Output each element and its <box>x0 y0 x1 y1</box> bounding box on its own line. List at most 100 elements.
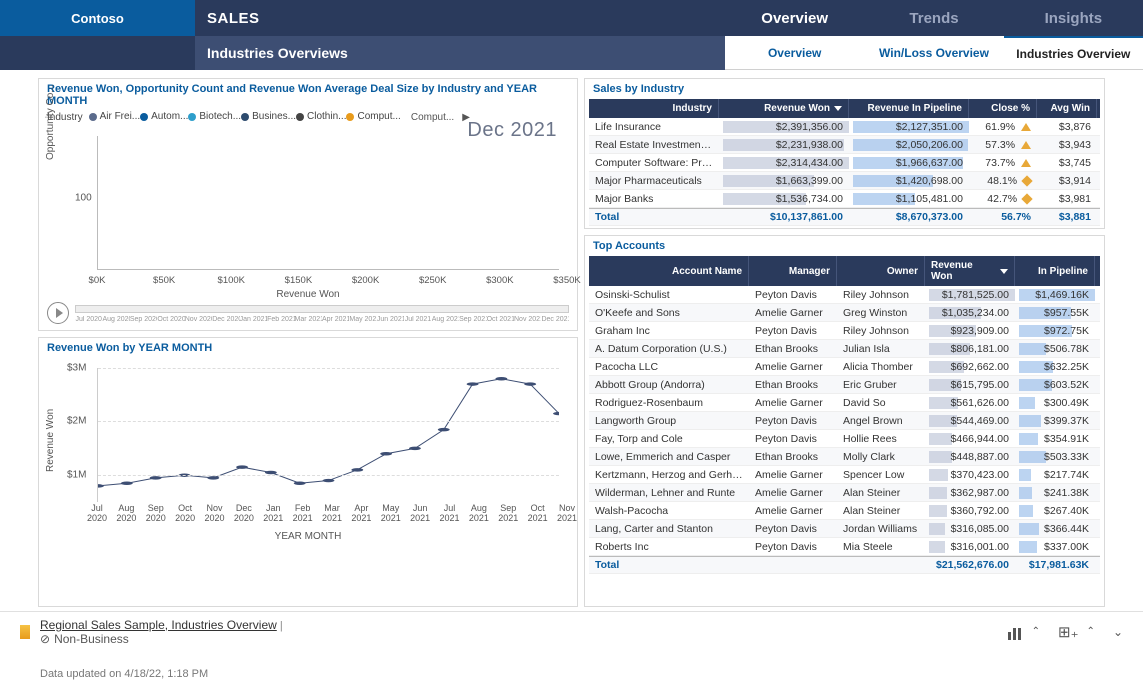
tab-insights[interactable]: Insights <box>1004 0 1143 36</box>
chevron-icon[interactable]: ⌃ <box>1087 626 1095 637</box>
chart-icon[interactable] <box>1008 624 1024 640</box>
expand-icon[interactable]: ⌄ <box>1113 625 1123 639</box>
line-xtick: Jun2021 <box>410 504 430 524</box>
scatter-chart[interactable]: Opportunity Co... 100 $0K$50K$100K$150K$… <box>47 130 569 300</box>
table-row[interactable]: Rodriguez-RosenbaumAmelie GarnerDavid So… <box>589 394 1100 412</box>
legend-item[interactable]: Autom... <box>140 111 188 122</box>
subtab-industries[interactable]: Industries Overview <box>1004 36 1143 69</box>
scatter-xtick: $0K <box>89 275 106 286</box>
sensitivity-label[interactable]: ⊘ Non-Business <box>40 632 283 646</box>
scatter-xtick: $150K <box>285 275 312 286</box>
table-row[interactable]: Wilderman, Lehner and RunteAmelie Garner… <box>589 484 1100 502</box>
timeline-tick: Apr 2021 <box>322 316 349 323</box>
timeline-tick: Feb 2021 <box>267 316 294 323</box>
table-row[interactable]: Walsh-PacochaAmelie GarnerAlan Steiner$3… <box>589 502 1100 520</box>
legend-item[interactable]: Busines... <box>241 111 296 122</box>
table-row[interactable]: Graham IncPeyton DavisRiley Johnson$923,… <box>589 322 1100 340</box>
line-ylabel: Revenue Won <box>45 408 56 471</box>
main-tabs: Overview Trends Insights <box>725 0 1143 36</box>
timeline-tick: Nov 2020 <box>185 316 212 323</box>
play-button[interactable] <box>47 302 69 324</box>
scatter-xtick: $200K <box>352 275 379 286</box>
timeline-row: Jul 2020Aug 2020Sep 2020Oct 2020Nov 2020… <box>47 302 569 324</box>
timeline-slider[interactable]: Jul 2020Aug 2020Sep 2020Oct 2020Nov 2020… <box>75 302 569 324</box>
legend-item[interactable]: Clothin... <box>296 111 346 122</box>
table-row[interactable]: Langworth GroupPeyton DavisAngel Brown$5… <box>589 412 1100 430</box>
diamond-icon <box>1021 175 1032 186</box>
table-row[interactable]: Roberts IncPeyton DavisMia Steele$316,00… <box>589 538 1100 556</box>
line-xtick: Jan2021 <box>263 504 283 524</box>
line-xtick: Sep2020 <box>146 504 166 524</box>
scatter-card[interactable]: Revenue Won, Opportunity Count and Reven… <box>38 78 578 331</box>
sbi-col-pipe[interactable]: Revenue In Pipeline <box>849 99 969 118</box>
scatter-xtick: $250K <box>419 275 446 286</box>
tab-trends[interactable]: Trends <box>864 0 1003 36</box>
table-row[interactable]: Kertzmann, Herzog and GerholdAmelie Garn… <box>589 466 1100 484</box>
line-xtick: Jul2021 <box>439 504 459 524</box>
tab-overview[interactable]: Overview <box>725 0 864 36</box>
table-row[interactable]: Abbott Group (Andorra)Ethan BrooksEric G… <box>589 376 1100 394</box>
chevron-icon[interactable]: ⌃ <box>1032 626 1040 637</box>
scatter-xlabel: Revenue Won <box>276 289 339 300</box>
acc-col-won[interactable]: Revenue Won <box>925 256 1015 286</box>
accounts-scroll[interactable]: Osinski-SchulistPeyton DavisRiley Johnso… <box>589 286 1100 556</box>
table-row[interactable]: Pacocha LLCAmelie GarnerAlicia Thomber$6… <box>589 358 1100 376</box>
header-spacer <box>0 36 195 70</box>
subtab-winloss[interactable]: Win/Loss Overview <box>864 36 1003 69</box>
timeline-tick: Sep 2021 <box>459 316 486 323</box>
timeline-tick: Oct 2020 <box>157 316 184 323</box>
legend-item[interactable]: Air Frei... <box>89 111 141 122</box>
line-xtick: Feb2021 <box>293 504 313 524</box>
table-row[interactable]: O'Keefe and SonsAmelie GarnerGreg Winsto… <box>589 304 1100 322</box>
line-xtick: Oct2021 <box>528 504 548 524</box>
line-xtick: May2021 <box>381 504 401 524</box>
scatter-ylabel: Opportunity Co... <box>45 84 56 160</box>
report-link[interactable]: Regional Sales Sample, Industries Overvi… <box>40 618 277 632</box>
table-row[interactable]: Osinski-SchulistPeyton DavisRiley Johnso… <box>589 286 1100 304</box>
timeline-tick: Aug 2021 <box>432 316 459 323</box>
line-chart[interactable]: Revenue Won $1M$2M$3M Jul2020Aug2020Sep2… <box>47 362 569 542</box>
timeline-tick: Jul 2021 <box>404 316 431 323</box>
line-xtick: Aug2021 <box>469 504 489 524</box>
sales-by-industry-card[interactable]: Sales by Industry Industry Revenue Won R… <box>584 78 1105 229</box>
powerbi-icon <box>20 625 30 639</box>
table-row[interactable]: Major Banks$1,536,734.00$1,105,481.0042.… <box>589 190 1100 208</box>
scatter-title: Revenue Won, Opportunity Count and Reven… <box>47 83 569 107</box>
acc-col-pipe[interactable]: In Pipeline <box>1015 256 1095 286</box>
triangle-up-icon <box>1021 141 1031 149</box>
table-row[interactable]: Lang, Carter and StantonPeyton DavisJord… <box>589 520 1100 538</box>
subtab-overview[interactable]: Overview <box>725 36 864 69</box>
table-row[interactable]: Computer Software: Progra...$2,314,434.0… <box>589 154 1100 172</box>
sbi-col-won[interactable]: Revenue Won <box>719 99 849 118</box>
sbi-header: Industry Revenue Won Revenue In Pipeline… <box>589 99 1100 118</box>
page-subtitle: Industries Overviews <box>195 36 725 70</box>
legend-item[interactable]: Comput... <box>346 111 400 122</box>
grid-add-icon[interactable]: ⊞₊ <box>1058 623 1079 641</box>
line-xtick: Nov2021 <box>557 504 577 524</box>
timeline-tick: May 2021 <box>349 316 376 323</box>
line-chart-card[interactable]: Revenue Won by YEAR MONTH Revenue Won $1… <box>38 337 578 608</box>
scatter-xtick: $100K <box>218 275 245 286</box>
line-ytick: $1M <box>67 469 86 480</box>
header-bar: Contoso SALES Overview Trends Insights <box>0 0 1143 36</box>
sbi-col-industry[interactable]: Industry <box>589 99 719 118</box>
data-updated: Data updated on 4/18/22, 1:18 PM <box>40 668 208 680</box>
table-row[interactable]: Fay, Torp and ColePeyton DavisHollie Ree… <box>589 430 1100 448</box>
line-xtick: Aug2020 <box>116 504 136 524</box>
acc-col-mgr[interactable]: Manager <box>749 256 837 286</box>
sort-icon <box>834 106 842 111</box>
scatter-ytick: 100 <box>75 192 92 203</box>
sbi-col-avg[interactable]: Avg Win <box>1037 99 1097 118</box>
table-row[interactable]: Lowe, Emmerich and CasperEthan BrooksMol… <box>589 448 1100 466</box>
acc-col-name[interactable]: Account Name <box>589 256 749 286</box>
table-row[interactable]: Real Estate Investment Trusts$2,231,938.… <box>589 136 1100 154</box>
acc-col-own[interactable]: Owner <box>837 256 925 286</box>
table-row[interactable]: Major Pharmaceuticals$1,663,399.00$1,420… <box>589 172 1100 190</box>
legend-item[interactable]: Biotech... <box>188 111 241 122</box>
table-row[interactable]: Life Insurance$2,391,356.00$2,127,351.00… <box>589 118 1100 136</box>
accounts-total-row: Total $21,562,676.00 $17,981.63K <box>589 556 1100 574</box>
top-accounts-card[interactable]: Top Accounts Account Name Manager Owner … <box>584 235 1105 607</box>
sbi-col-close[interactable]: Close % <box>969 99 1037 118</box>
table-row[interactable]: A. Datum Corporation (U.S.)Ethan BrooksJ… <box>589 340 1100 358</box>
line-xtick: Oct2020 <box>175 504 195 524</box>
